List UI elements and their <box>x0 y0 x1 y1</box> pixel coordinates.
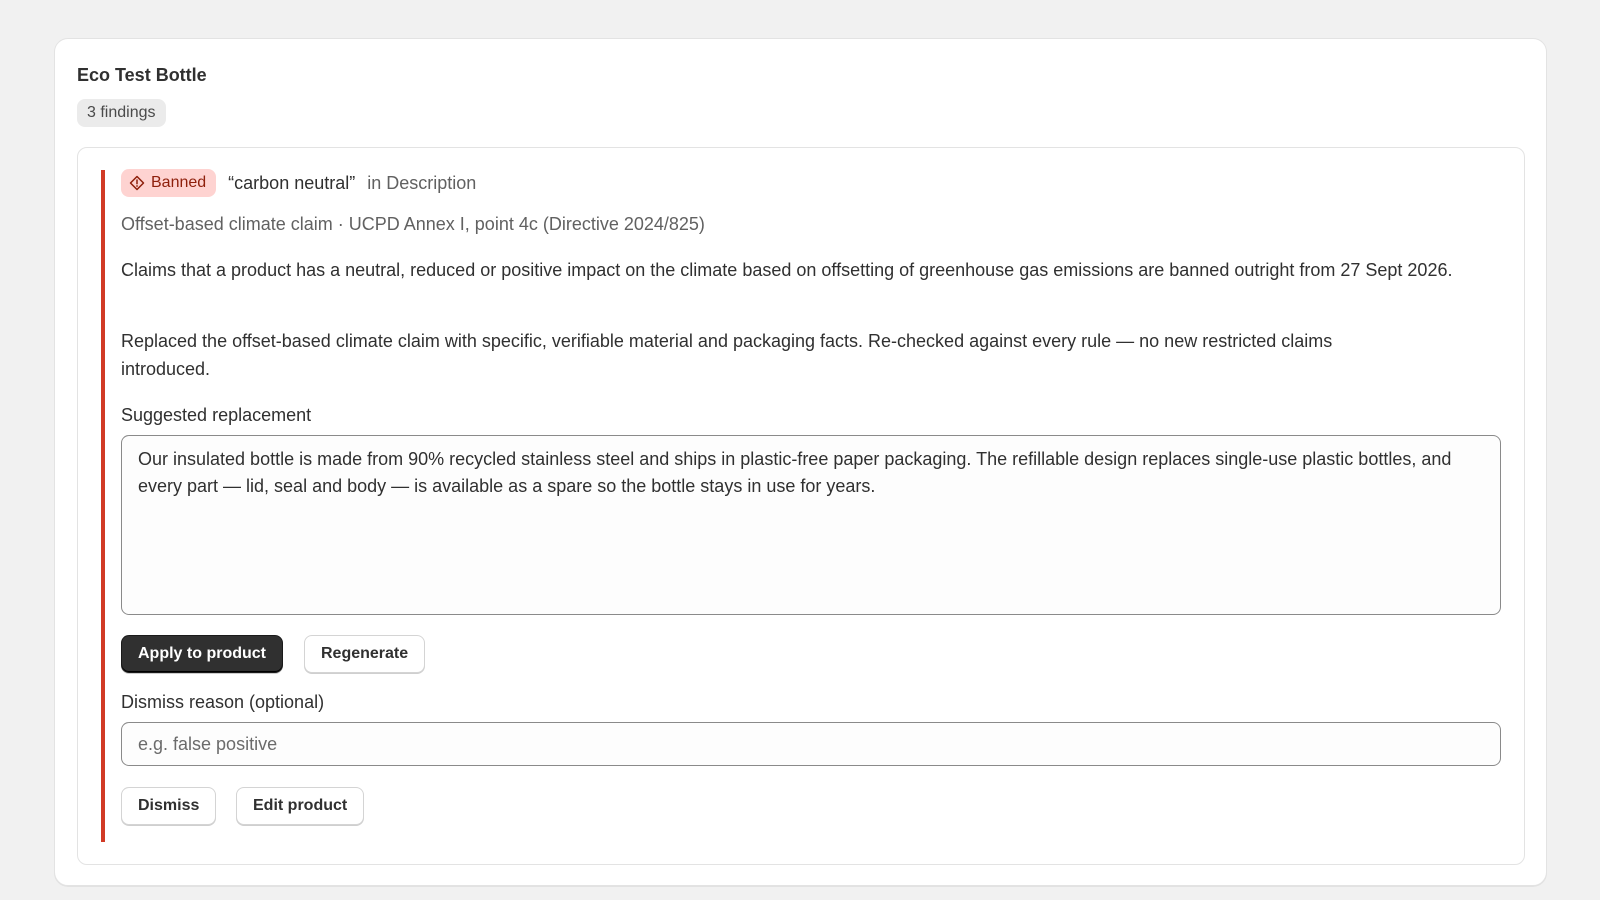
phrase-location: in Description <box>367 172 477 193</box>
apply-to-product-button[interactable]: Apply to product <box>121 635 283 673</box>
severity-bar <box>101 170 105 842</box>
dismiss-button[interactable]: Dismiss <box>121 787 217 825</box>
suggested-replacement-label: Suggested replacement <box>121 405 312 425</box>
diamond-alert-icon <box>129 175 145 191</box>
change-note: Replaced the offset-based climate claim … <box>121 331 1333 379</box>
dismiss-reason-input[interactable] <box>121 722 1501 766</box>
severity-label: Banned <box>151 174 207 191</box>
product-title: Eco Test Bottle <box>77 65 207 85</box>
dismiss-reason-label: Dismiss reason (optional) <box>121 692 325 712</box>
edit-product-button[interactable]: Edit product <box>236 787 365 825</box>
severity-badge: Banned <box>121 169 217 197</box>
rule-explanation: Claims that a product has a neutral, red… <box>121 260 1453 280</box>
suggested-replacement-textarea[interactable]: Our insulated bottle is made from 90% re… <box>121 435 1501 615</box>
rule-reference: Offset-based climate claim · UCPD Annex … <box>121 214 705 234</box>
flagged-phrase: “carbon neutral” <box>228 172 356 193</box>
regenerate-button[interactable]: Regenerate <box>304 635 426 673</box>
findings-count-badge: 3 findings <box>77 99 166 127</box>
product-findings-card: Eco Test Bottle 3 findings Banned “carbo… <box>54 38 1547 886</box>
finding-header: Banned “carbon neutral” in Description <box>121 169 476 197</box>
finding-card: Banned “carbon neutral” in Description O… <box>77 147 1525 865</box>
